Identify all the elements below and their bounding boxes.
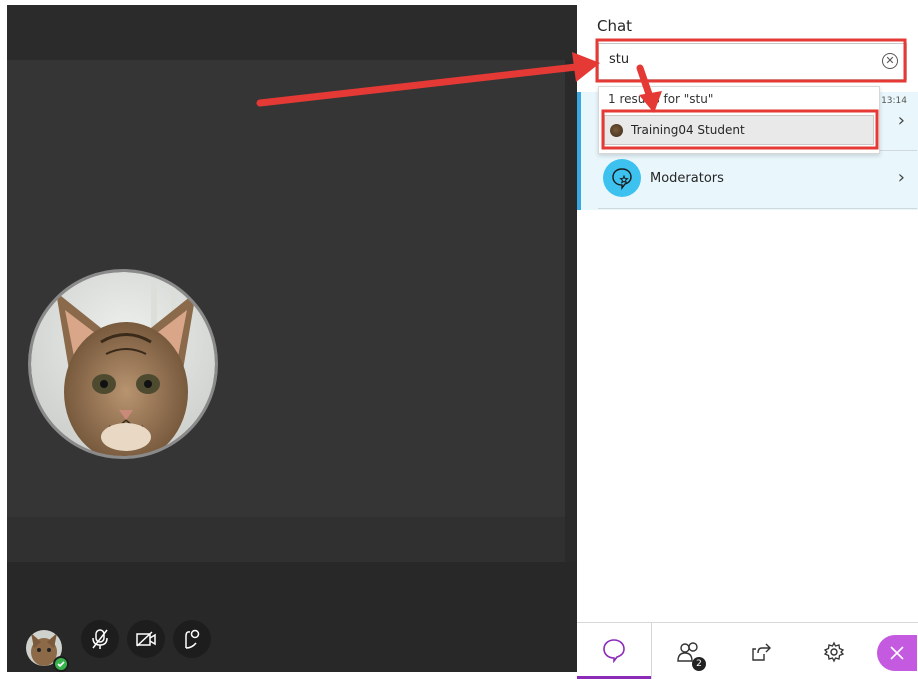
moderators-icon — [603, 159, 641, 197]
gear-icon — [823, 641, 844, 662]
results-count: 1 results for "stu" — [608, 92, 714, 106]
tab-attendees[interactable]: 2 — [651, 623, 726, 679]
result-avatar — [610, 124, 623, 137]
chat-panel: Chat ✕ 13:14 › Moderators › — [577, 0, 918, 679]
share-content-icon — [752, 643, 771, 661]
clear-search-icon[interactable]: ✕ — [882, 53, 898, 69]
cat-photo — [31, 272, 215, 456]
lower-strip — [7, 517, 565, 562]
tab-chat[interactable] — [577, 623, 651, 679]
chat-search-input[interactable] — [609, 52, 859, 67]
microphone-button[interactable] — [81, 620, 119, 658]
top-strip — [7, 5, 577, 60]
chevron-right-icon: › — [897, 167, 905, 188]
conversation-time: 13:14 — [881, 96, 907, 106]
stage-panel — [7, 60, 565, 517]
participant-avatar — [28, 269, 218, 459]
raise-hand-button[interactable] — [173, 620, 211, 658]
result-name: Training04 Student — [631, 123, 745, 137]
tab-settings[interactable] — [796, 623, 871, 679]
camera-button[interactable] — [127, 620, 165, 658]
chat-search-box[interactable]: ✕ — [598, 43, 907, 80]
chevron-right-icon: › — [897, 110, 905, 131]
search-result-item[interactable]: Training04 Student — [604, 115, 874, 145]
close-panel-button[interactable] — [877, 635, 917, 671]
tab-share-content[interactable] — [726, 623, 796, 679]
chat-bubble-icon — [603, 638, 625, 663]
microphone-off-icon — [92, 629, 108, 649]
camera-off-icon — [136, 631, 156, 647]
panel-nav: 2 — [577, 622, 918, 679]
raise-hand-icon — [185, 629, 200, 649]
search-results-dropdown: 1 results for "stu" Training04 Student — [598, 86, 880, 154]
status-check-icon — [53, 656, 69, 672]
conversation-row-moderators[interactable]: Moderators › — [598, 151, 917, 209]
attendee-count-badge: 2 — [692, 657, 706, 671]
close-icon — [890, 646, 904, 660]
panel-title: Chat — [597, 17, 633, 35]
moderators-label: Moderators — [650, 171, 724, 186]
video-area — [7, 5, 577, 672]
